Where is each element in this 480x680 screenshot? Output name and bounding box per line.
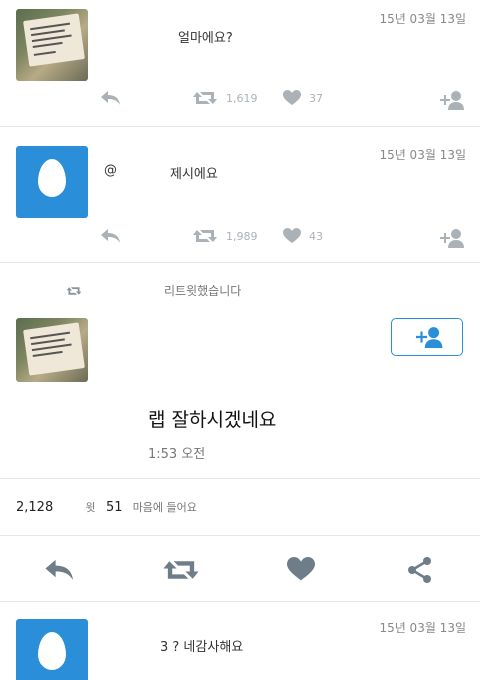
follow-icon [440,91,464,110]
retweet-count: 1,989 [226,229,258,243]
tweet-reply[interactable]: 15년 03월 13일 3 ? 네감사해요 [0,603,480,680]
reply-icon [101,229,120,243]
retweet-count: 1,619 [226,91,258,105]
tweet-timestamp: 15년 03월 13일 [379,12,466,26]
reply-button[interactable] [44,558,76,586]
focused-tweet-text: 랩 잘하시겠네요 [148,409,277,431]
like-button[interactable]: 37 [283,90,323,106]
follow-button[interactable] [436,228,464,248]
retweet-notice-text: 리트윗했습니다 [164,284,242,298]
reply-button[interactable] [100,90,122,106]
retweet-button[interactable]: 1,619 [192,90,258,106]
reply-button[interactable] [100,228,122,244]
retweet-icon [66,286,82,295]
retweet-stat-label: 윗 [85,501,96,514]
tweet-text: 제시에요 [170,167,218,182]
like-count: 43 [309,229,323,243]
focused-avatar[interactable] [16,318,88,382]
like-stat-label: 마음에 들어요 [132,501,197,514]
retweet-icon [193,230,217,242]
tweet-text: 얼마에요? [178,31,233,46]
like-button[interactable]: 43 [283,228,323,244]
like-stat-count: 51 [106,500,123,515]
share-button[interactable] [406,556,434,588]
retweet-stat-count: 2,128 [16,500,54,515]
retweet-notice: 리트윗했습니다 [66,282,241,299]
tweet-1[interactable]: 15년 03월 13일 얼마에요? 1,619 37 [0,0,480,127]
reply-icon [45,559,74,581]
mention[interactable]: @ [104,163,117,178]
avatar[interactable] [16,146,88,218]
focused-tweet-time: 1:53 오전 [148,447,206,462]
follow-button[interactable] [436,90,464,110]
retweet-icon [163,561,199,579]
tweet-timestamp: 15년 03월 13일 [379,621,466,635]
focused-actions [0,538,480,602]
retweet-button[interactable] [162,558,200,586]
heart-icon [287,557,315,581]
avatar[interactable] [16,619,88,680]
like-button[interactable] [287,557,315,586]
tweet-stats: 2,128 윗 51 마음에 들어요 [0,478,480,536]
heart-icon [283,90,301,105]
retweet-stat[interactable]: 2,128 윗 [16,499,95,515]
tweet-2[interactable]: 15년 03월 13일 @ 제시에요 1,989 43 [0,128,480,263]
reply-icon [101,91,120,105]
follow-button[interactable] [391,318,463,356]
like-stat[interactable]: 51 마음에 들어요 [106,499,197,515]
tweet-text: 3 ? 네감사해요 [160,640,244,655]
tweet-timestamp: 15년 03월 13일 [379,148,466,162]
retweet-icon [193,92,217,104]
share-icon [408,557,431,583]
heart-icon [283,228,301,243]
like-count: 37 [309,91,323,105]
avatar[interactable] [16,9,88,81]
follow-icon [440,229,464,248]
retweet-button[interactable]: 1,989 [192,228,258,244]
follow-icon [416,327,443,348]
